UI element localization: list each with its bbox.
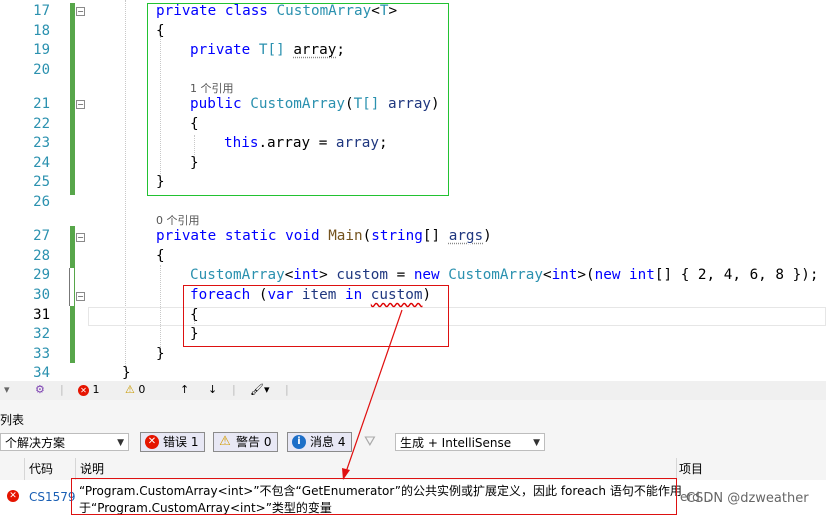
annotation-arrow (342, 309, 403, 480)
watermark: CSDN @dzweather (686, 491, 809, 506)
